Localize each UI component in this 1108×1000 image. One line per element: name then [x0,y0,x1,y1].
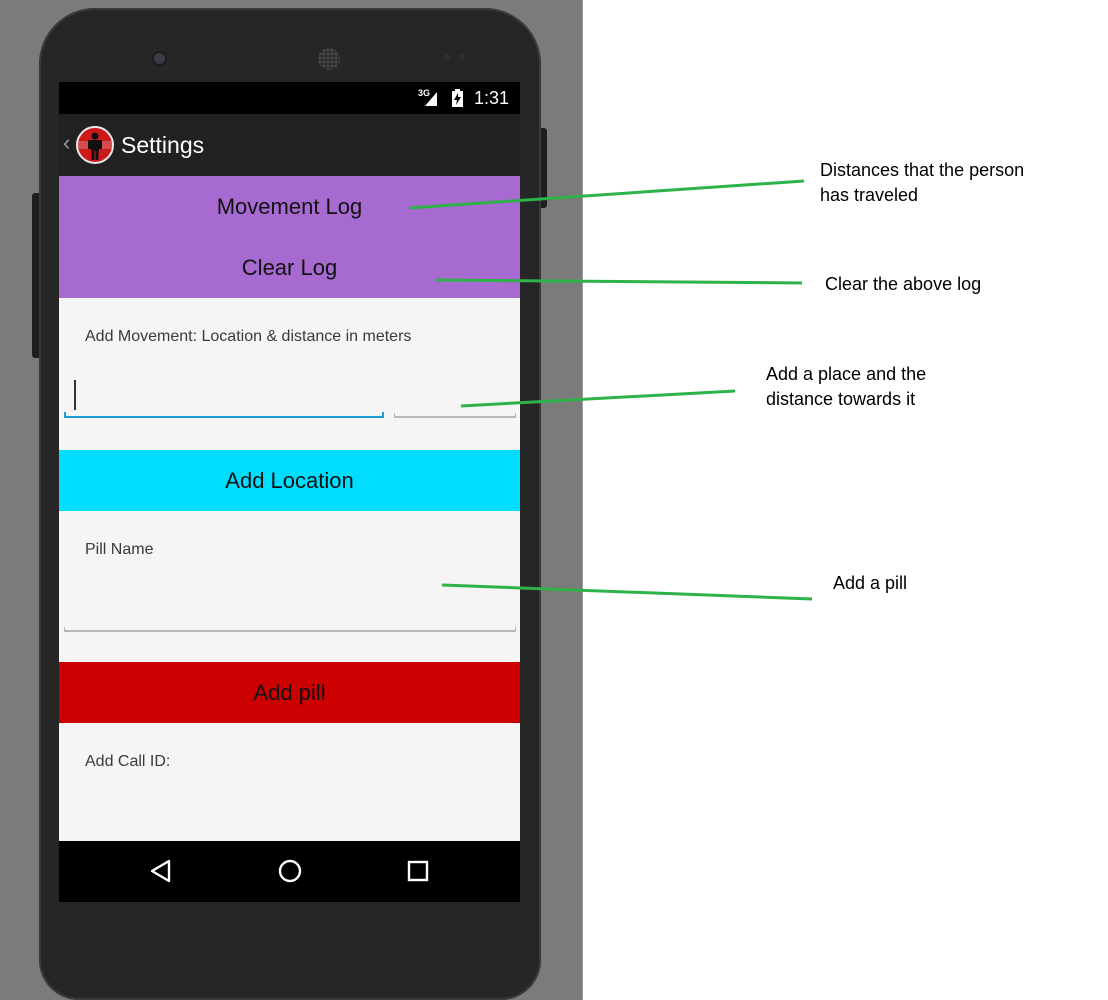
add-pill-label: Add pill [253,679,326,705]
clear-log-label: Clear Log [241,254,338,280]
nav-recents-icon[interactable] [402,855,434,887]
annotation-text: has traveled [820,185,919,205]
sensor [459,54,465,60]
annotation-movement-log: Distances that the person has traveled [820,158,1024,208]
distance-underline [394,416,516,418]
app-logo[interactable] [76,126,114,164]
call-id-label: Add Call ID: [85,753,171,770]
annotation-text: distance towards it [766,389,916,409]
annotation-text: Add a place and the [766,364,927,384]
back-icon[interactable]: ‹ [63,132,70,154]
underline-tick [515,413,516,418]
navigation-bar [59,841,520,902]
pill-name-input[interactable] [64,582,516,632]
add-movement-label: Add Movement: Location & distance in met… [85,328,412,345]
add-pill-button[interactable]: Add pill [59,662,520,723]
location-underline [64,416,384,418]
annotation-add-pill: Add a pill [833,571,907,596]
annotation-text: Distances that the person [820,160,1025,180]
status-bar: 3G 1:31 [59,82,520,114]
volume-button [32,193,39,358]
action-bar: ‹ Settings [59,114,520,176]
underline-tick [64,412,66,418]
page-title: Settings [121,132,205,158]
phone-screen: 3G 1:31 ‹ Settings Movement Log Clear Lo… [59,82,520,902]
clear-log-button[interactable]: Clear Log [59,237,520,298]
battery-icon [452,89,463,107]
annotation-clear-log: Clear the above log [825,272,981,297]
pill-underline [64,630,516,632]
power-button [541,128,547,208]
front-camera [154,53,165,64]
call-id-input[interactable] [64,802,516,842]
pill-name-label: Pill Name [85,541,154,558]
nav-home-icon[interactable] [274,855,306,887]
nav-back-icon[interactable] [145,855,177,887]
location-input[interactable] [64,372,384,418]
underline-tick [515,627,516,632]
sensor [444,54,450,60]
text-cursor [74,380,76,410]
annotation-text: Clear the above log [825,274,982,294]
annotation-text: Add a pill [833,573,908,593]
movement-log-button[interactable]: Movement Log [59,176,520,237]
add-location-label: Add Location [225,467,354,493]
distance-input[interactable] [394,372,516,418]
underline-tick [394,413,395,418]
status-clock: 1:31 [474,88,510,108]
underline-tick [382,412,384,418]
annotation-add-location: Add a place and the distance towards it [766,362,926,412]
signal-icon [425,92,437,106]
underline-tick [64,627,65,632]
add-location-button[interactable]: Add Location [59,450,520,511]
movement-log-label: Movement Log [216,193,363,219]
earpiece-speaker [318,48,340,70]
